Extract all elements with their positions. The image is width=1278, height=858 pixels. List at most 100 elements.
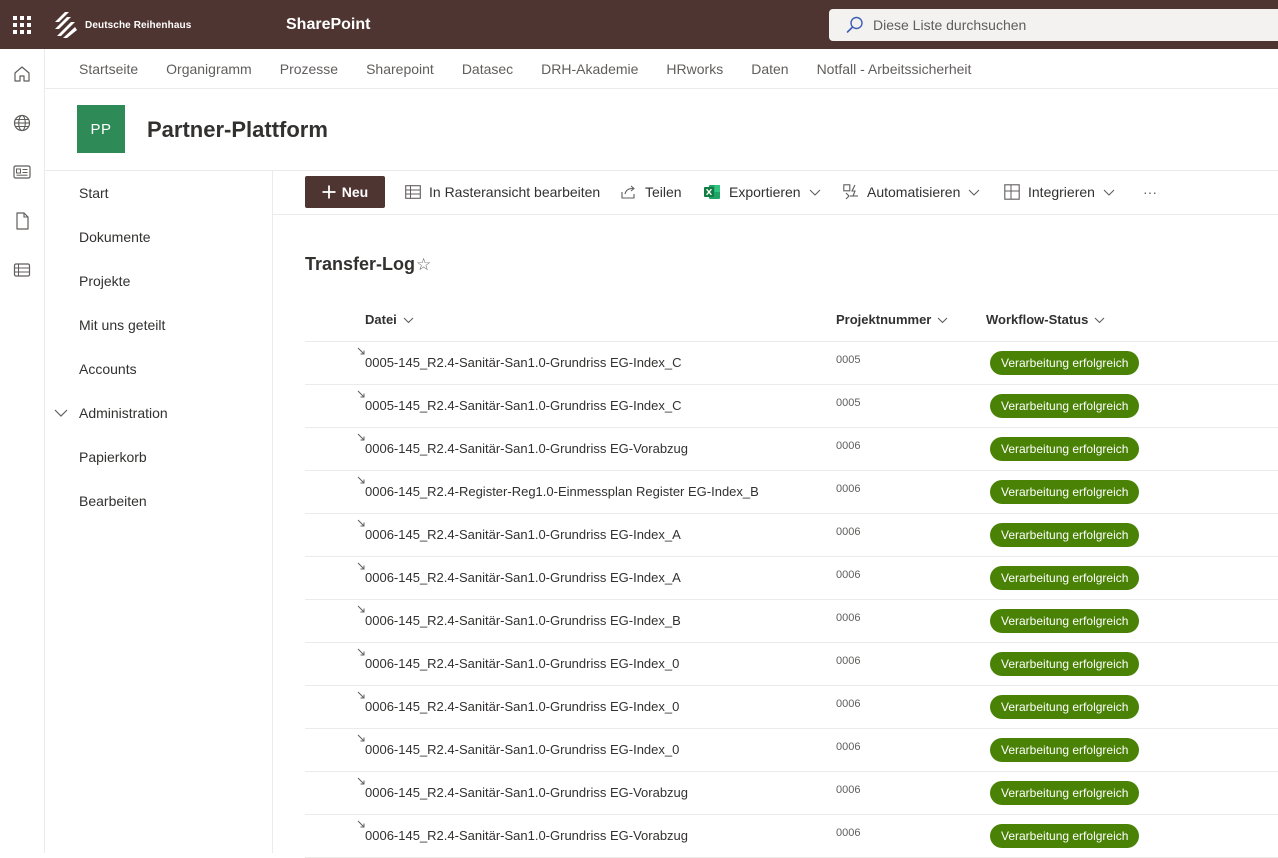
- site-logo[interactable]: PP: [77, 105, 125, 153]
- new-button-label: Neu: [341, 184, 369, 200]
- table-row[interactable]: 0005-145_R2.4-Sanitär-San1.0-Grundriss E…: [305, 342, 1278, 385]
- file-name-link[interactable]: 0006-145_R2.4-Sanitär-San1.0-Grundriss E…: [365, 570, 681, 585]
- hubnav-prozesse[interactable]: Prozesse: [266, 61, 352, 77]
- table-row[interactable]: 0006-145_R2.4-Sanitär-San1.0-Grundriss E…: [305, 815, 1278, 858]
- file-name-link[interactable]: 0006-145_R2.4-Sanitär-San1.0-Grundriss E…: [365, 742, 679, 757]
- leftnav-item-dokumente[interactable]: Dokumente: [79, 215, 151, 259]
- status-badge: Verarbeitung erfolgreich: [990, 738, 1140, 762]
- table-header: Datei Projektnummer Workflow-Status: [305, 299, 1278, 342]
- table-row[interactable]: 0006-145_R2.4-Sanitär-San1.0-Grundriss E…: [305, 729, 1278, 772]
- app-launcher-button[interactable]: [0, 0, 44, 49]
- file-name-link[interactable]: 0006-145_R2.4-Sanitär-San1.0-Grundriss E…: [365, 441, 688, 456]
- hubnav-daten[interactable]: Daten: [737, 61, 802, 77]
- file-name-link[interactable]: 0006-145_R2.4-Sanitär-San1.0-Grundriss E…: [365, 613, 681, 628]
- hubnav-drh-akademie[interactable]: DRH-Akademie: [527, 61, 652, 77]
- status-badge: Verarbeitung erfolgreich: [990, 394, 1140, 418]
- rail-news-button[interactable]: [0, 152, 44, 192]
- status-badge: Verarbeitung erfolgreich: [990, 652, 1140, 676]
- site-title[interactable]: Partner-Plattform: [147, 117, 328, 143]
- table-row[interactable]: 0006-145_R2.4-Sanitär-San1.0-Grundriss E…: [305, 686, 1278, 729]
- new-button[interactable]: Neu: [305, 176, 385, 208]
- column-header-projektnummer[interactable]: Projektnummer: [836, 299, 948, 341]
- table-body: 0005-145_R2.4-Sanitär-San1.0-Grundriss E…: [305, 342, 1278, 858]
- table-row[interactable]: 0006-145_R2.4-Sanitär-San1.0-Grundriss E…: [305, 557, 1278, 600]
- chevron-down-icon: [1103, 189, 1115, 196]
- leftnav-item-projekte[interactable]: Projekte: [79, 259, 130, 303]
- brand-name: Deutsche Reihenhaus: [85, 19, 192, 31]
- list-title[interactable]: Transfer-Log: [305, 254, 415, 275]
- leftnav-item-mit-uns-geteilt[interactable]: Mit uns geteilt: [79, 303, 165, 347]
- file-name-link[interactable]: 0006-145_R2.4-Sanitär-San1.0-Grundriss E…: [365, 656, 679, 671]
- leftnav-item-administration[interactable]: Administration: [79, 391, 168, 435]
- file-name-link[interactable]: 0005-145_R2.4-Sanitär-San1.0-Grundriss E…: [365, 398, 682, 413]
- file-name-link[interactable]: 0006-145_R2.4-Sanitär-San1.0-Grundriss E…: [365, 828, 688, 843]
- hubnav-datasec[interactable]: Datasec: [448, 61, 527, 77]
- status-badge: Verarbeitung erfolgreich: [990, 351, 1140, 375]
- file-name-link[interactable]: 0006-145_R2.4-Sanitär-San1.0-Grundriss E…: [365, 785, 688, 800]
- table-row[interactable]: 0006-145_R2.4-Sanitär-San1.0-Grundriss E…: [305, 514, 1278, 557]
- automate-button[interactable]: Automatisieren: [843, 176, 980, 208]
- project-number: 0006: [836, 526, 861, 538]
- command-bar: Neu In Rasteransicht bearbeiten Teilen E…: [273, 171, 1278, 215]
- leftnav-expand-toggle[interactable]: [54, 391, 68, 435]
- search-box[interactable]: [829, 9, 1278, 41]
- column-header-label: Projektnummer: [836, 312, 932, 327]
- chevron-down-icon: [809, 189, 820, 196]
- file-name-link[interactable]: 0006-145_R2.4-Sanitär-San1.0-Grundriss E…: [365, 699, 679, 714]
- leftnav-item-accounts[interactable]: Accounts: [79, 347, 137, 391]
- globe-icon: [13, 114, 31, 132]
- rail-lists-button[interactable]: [0, 250, 44, 290]
- export-button[interactable]: Exportieren: [704, 176, 821, 208]
- column-header-label: Workflow-Status: [986, 312, 1089, 327]
- file-name-link[interactable]: 0005-145_R2.4-Sanitär-San1.0-Grundriss E…: [365, 355, 682, 370]
- status-badge: Verarbeitung erfolgreich: [990, 609, 1140, 633]
- file-name-link[interactable]: 0006-145_R2.4-Register-Reg1.0-Einmesspla…: [365, 484, 759, 499]
- leftnav-item-start[interactable]: Start: [79, 171, 109, 215]
- project-number: 0006: [836, 741, 861, 753]
- rail-sites-button[interactable]: [0, 103, 44, 143]
- hubnav-startseite[interactable]: Startseite: [65, 61, 152, 77]
- more-icon: ···: [1143, 184, 1157, 200]
- news-icon: [13, 165, 31, 179]
- project-number: 0006: [836, 784, 861, 796]
- status-badge: Verarbeitung erfolgreich: [990, 437, 1140, 461]
- share-button[interactable]: Teilen: [621, 176, 682, 208]
- grid-edit-button[interactable]: In Rasteransicht bearbeiten: [405, 176, 600, 208]
- share-label: Teilen: [645, 184, 682, 200]
- plus-icon: [322, 185, 336, 199]
- hubnav-organigramm[interactable]: Organigramm: [152, 61, 266, 77]
- integrate-label: Integrieren: [1028, 184, 1095, 200]
- star-icon[interactable]: ☆: [416, 255, 431, 275]
- waffle-icon: [13, 15, 31, 34]
- project-number: 0006: [836, 569, 861, 581]
- project-number: 0005: [836, 354, 861, 366]
- flow-icon: [843, 184, 858, 200]
- suite-bar: Deutsche Reihenhaus SharePoint: [0, 0, 1278, 49]
- file-name-link[interactable]: 0006-145_R2.4-Sanitär-San1.0-Grundriss E…: [365, 527, 681, 542]
- chevron-down-icon: [1094, 317, 1105, 323]
- table-row[interactable]: 0006-145_R2.4-Sanitär-San1.0-Grundriss E…: [305, 600, 1278, 643]
- app-name[interactable]: SharePoint: [286, 0, 370, 49]
- leftnav-item-bearbeiten[interactable]: Bearbeiten: [79, 479, 147, 523]
- table-row[interactable]: 0006-145_R2.4-Sanitär-San1.0-Grundriss E…: [305, 428, 1278, 471]
- search-input[interactable]: [873, 17, 1253, 33]
- integrate-button[interactable]: Integrieren: [1004, 176, 1115, 208]
- table-row[interactable]: 0006-145_R2.4-Sanitär-San1.0-Grundriss E…: [305, 643, 1278, 686]
- hubnav-sharepoint[interactable]: Sharepoint: [352, 61, 448, 77]
- column-header-datei[interactable]: Datei: [365, 299, 414, 341]
- table-row[interactable]: 0005-145_R2.4-Sanitär-San1.0-Grundriss E…: [305, 385, 1278, 428]
- brand-logo[interactable]: Deutsche Reihenhaus: [53, 10, 191, 40]
- more-options-button[interactable]: ···: [1143, 176, 1157, 208]
- rail-home-button[interactable]: [0, 54, 44, 94]
- rail-files-button[interactable]: [0, 201, 44, 241]
- column-header-workflow-status[interactable]: Workflow-Status: [986, 299, 1105, 341]
- site-header: PP Partner-Plattform: [45, 89, 1278, 171]
- leftnav-item-papierkorb[interactable]: Papierkorb: [79, 435, 147, 479]
- list-icon: [13, 263, 31, 277]
- hubnav-notfall[interactable]: Notfall - Arbeitssicherheit: [803, 61, 986, 77]
- project-number: 0006: [836, 440, 861, 452]
- table-row[interactable]: 0006-145_R2.4-Sanitär-San1.0-Grundriss E…: [305, 772, 1278, 815]
- table-row[interactable]: 0006-145_R2.4-Register-Reg1.0-Einmesspla…: [305, 471, 1278, 514]
- hubnav-hrworks[interactable]: HRworks: [652, 61, 737, 77]
- status-badge: Verarbeitung erfolgreich: [990, 566, 1140, 590]
